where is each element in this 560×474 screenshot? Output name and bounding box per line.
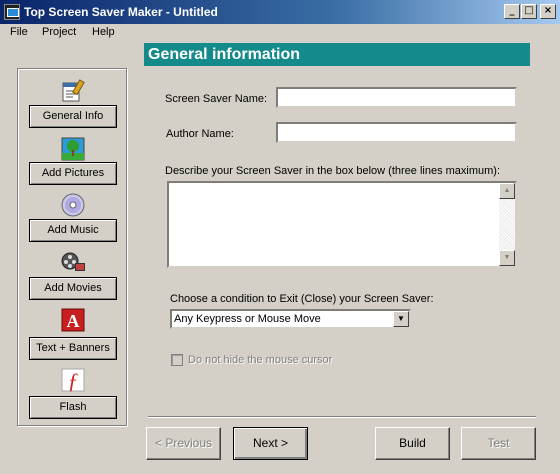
text-banners-button[interactable]: Text + Banners [29,337,117,360]
add-pictures-button[interactable]: Add Pictures [29,162,117,185]
screensaver-name-label: Screen Saver Name: [165,93,268,105]
screensaver-name-input[interactable] [276,87,517,108]
maximize-button[interactable]: □ [521,4,537,19]
film-reel-icon[interactable] [60,249,86,275]
menu-help[interactable]: Help [92,26,115,38]
letter-a-icon[interactable]: A [60,307,86,333]
document-edit-icon[interactable] [60,78,86,104]
app-icon [4,4,20,20]
hide-cursor-label: Do not hide the mouse cursor [188,354,333,366]
menu-file[interactable]: File [10,26,28,38]
page-title: General information [144,43,530,66]
add-music-button[interactable]: Add Music [29,219,117,242]
menu-bar: File Project Help [0,24,560,42]
nav-panel: General Info Add Pictures Add Music Add … [17,68,127,426]
minimize-button[interactable]: _ [504,4,520,19]
description-label: Describe your Screen Saver in the box be… [165,165,501,177]
previous-button[interactable]: < Previous [146,427,221,460]
exit-condition-label: Choose a condition to Exit (Close) your … [170,293,434,305]
flash-icon[interactable]: ƒ [60,367,86,393]
scroll-down-icon[interactable]: ▼ [499,250,515,266]
test-button[interactable]: Test [461,427,536,460]
svg-text:ƒ: ƒ [68,368,79,393]
menu-project[interactable]: Project [42,26,76,38]
window-title: Top Screen Saver Maker - Untitled [24,5,218,19]
scroll-up-icon[interactable]: ▲ [499,183,515,199]
author-name-input[interactable] [276,122,517,143]
title-bar[interactable]: Top Screen Saver Maker - Untitled _ □ × [0,0,560,24]
general-info-button[interactable]: General Info [29,105,117,128]
build-button[interactable]: Build [375,427,450,460]
chevron-down-icon[interactable]: ▼ [393,311,409,327]
add-movies-button[interactable]: Add Movies [29,277,117,300]
picture-tree-icon[interactable] [60,136,86,162]
flash-button[interactable]: Flash [29,396,117,419]
author-name-label: Author Name: [166,128,234,140]
divider [148,416,536,418]
close-button[interactable]: × [540,4,556,19]
app-window: Top Screen Saver Maker - Untitled _ □ × … [0,0,560,474]
description-scrollbar[interactable]: ▲ ▼ [499,183,515,266]
cd-disc-icon[interactable] [60,192,86,218]
description-textarea[interactable]: ▲ ▼ [167,181,517,268]
exit-condition-select[interactable]: Any Keypress or Mouse Move ▼ [170,309,411,329]
exit-condition-value: Any Keypress or Mouse Move [174,313,321,325]
svg-text:A: A [67,311,80,331]
next-button[interactable]: Next > [233,427,308,460]
hide-cursor-checkbox[interactable] [171,354,183,366]
